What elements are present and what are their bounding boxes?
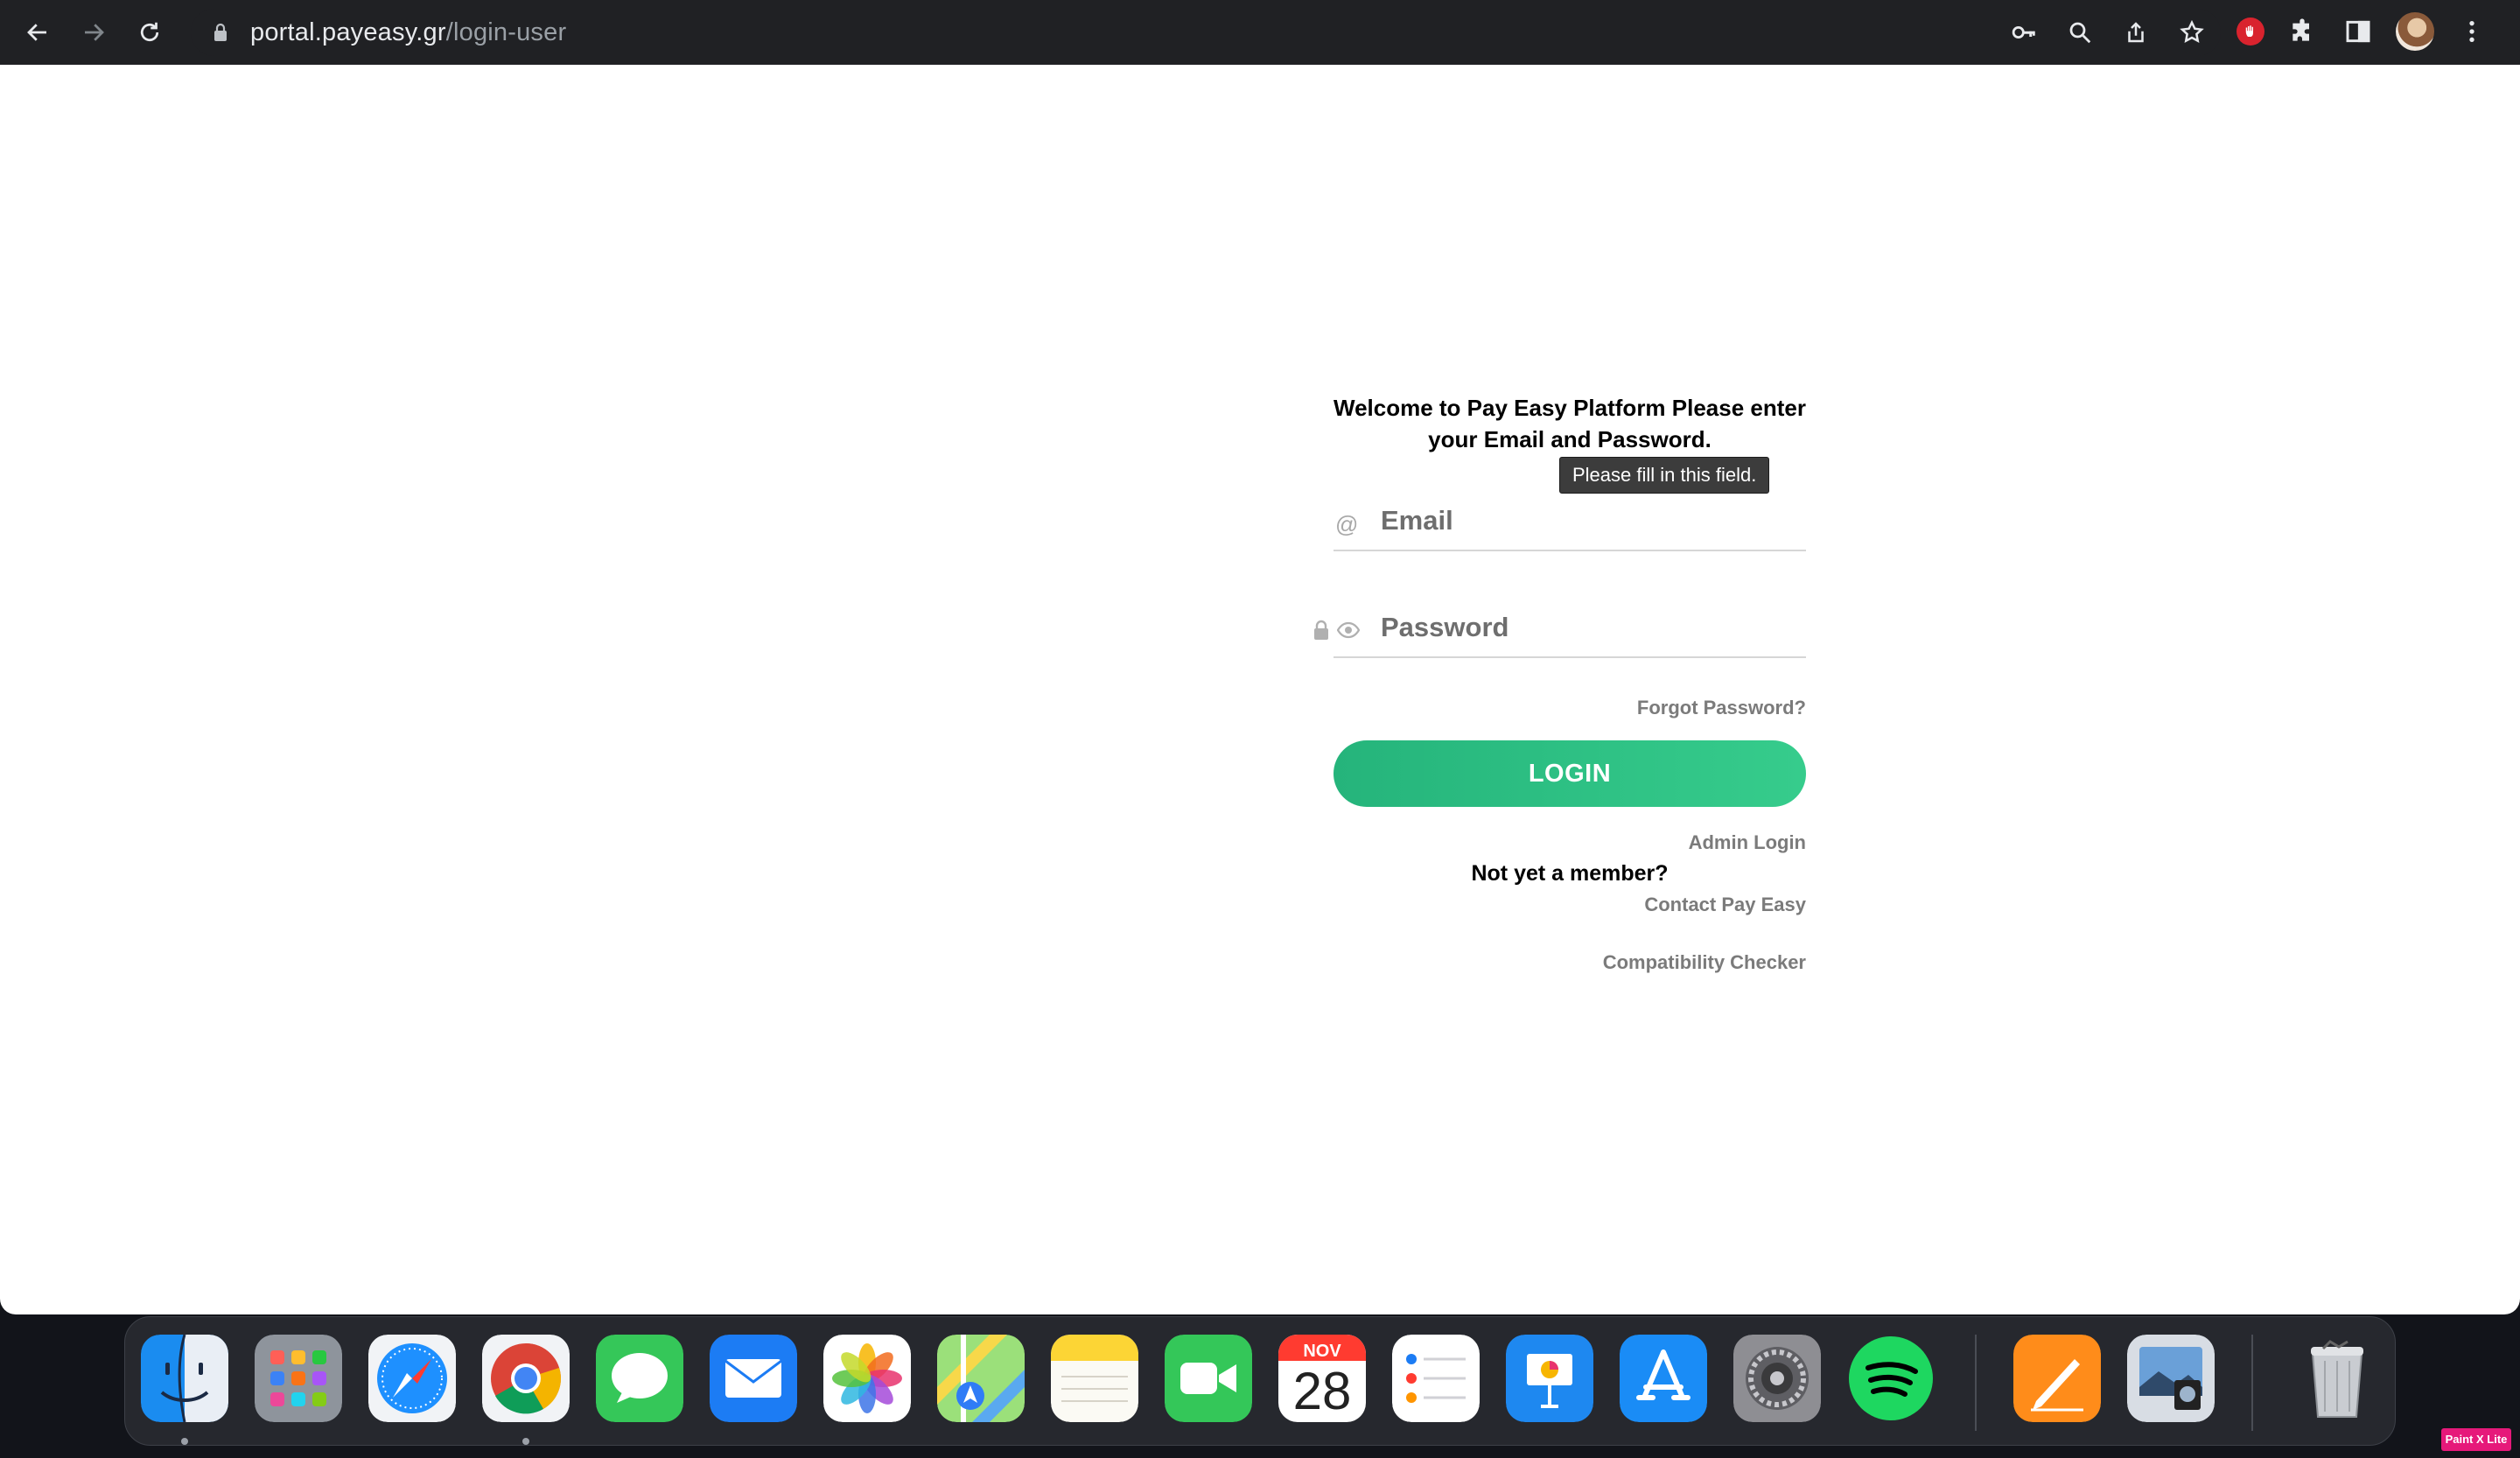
zoom-icon[interactable] [2067,19,2093,46]
eye-icon[interactable] [1336,620,1361,640]
password-input[interactable] [1381,606,1792,649]
url-host: portal.payeasy.gr [250,18,446,46]
reload-icon[interactable] [130,12,170,53]
share-icon[interactable] [2123,19,2149,46]
not-member-text: Not yet a member? [1471,861,1669,886]
messages-icon[interactable] [596,1335,683,1422]
paint-x-watermark: Paint X Lite [2441,1428,2511,1451]
calendar-day: 28 [1292,1362,1352,1420]
welcome-text: Welcome to Pay Easy Platform Please ente… [1334,395,1806,452]
email-field: @ [1334,488,1806,551]
side-panel-icon[interactable] [2340,13,2376,50]
notes-icon[interactable] [1051,1335,1138,1422]
lock-icon[interactable] [210,22,231,43]
mail-icon[interactable] [710,1335,797,1422]
password-field [1314,595,1806,658]
calendar-icon[interactable]: NOV 28 [1278,1335,1366,1422]
launchpad-icon[interactable] [255,1335,342,1422]
email-input[interactable] [1381,499,1792,543]
system-settings-icon[interactable] [1733,1335,1821,1422]
pages-icon[interactable] [2013,1335,2101,1422]
bookmark-star-icon[interactable] [2179,19,2205,46]
maps-icon[interactable] [937,1335,1025,1422]
browser-toolbar: portal.payeasy.gr/login-user [0,0,2520,65]
adblock-extension-icon[interactable] [2236,18,2264,46]
macos-dock: NOV 28 [124,1316,2396,1446]
calendar-month: NOV [1303,1342,1341,1361]
photos-icon[interactable] [823,1335,911,1422]
preview-icon[interactable] [2127,1335,2215,1422]
url-text[interactable]: portal.payeasy.gr/login-user [250,18,566,47]
url-path: /login-user [445,18,567,46]
profile-avatar[interactable] [2396,12,2434,51]
dock-separator [2251,1335,2253,1431]
forgot-password-link[interactable]: Forgot Password? [1334,697,1806,719]
extensions-puzzle-icon[interactable] [2284,13,2320,50]
reminders-icon[interactable] [1392,1335,1480,1422]
login-button[interactable]: LOGIN [1334,740,1806,807]
validation-tooltip: Please fill in this field. [1559,457,1770,494]
compatibility-checker-link[interactable]: Compatibility Checker [1334,951,1806,974]
chrome-icon[interactable] [482,1335,570,1422]
facetime-icon[interactable] [1165,1335,1252,1422]
key-icon[interactable] [2011,19,2037,46]
keynote-icon[interactable] [1506,1335,1593,1422]
kebab-menu-icon[interactable] [2454,13,2490,50]
admin-login-link[interactable]: Admin Login [1334,831,1806,854]
running-indicator [181,1438,188,1445]
app-store-icon[interactable] [1620,1335,1707,1422]
at-sign-icon: @ [1335,511,1359,537]
trash-icon[interactable] [2293,1335,2381,1422]
finder-icon[interactable] [141,1335,228,1422]
running-indicator [522,1438,529,1445]
lock-icon [1312,620,1330,641]
address-bar[interactable]: portal.payeasy.gr/login-user [191,9,2221,56]
contact-link[interactable]: Contact Pay Easy [1334,894,1806,916]
dock-separator [1975,1335,1977,1431]
back-arrow-icon[interactable] [18,12,58,53]
safari-icon[interactable] [368,1335,456,1422]
spotify-icon[interactable] [1847,1335,1935,1422]
page-viewport: Welcome to Pay Easy Platform Please ente… [0,65,2520,1314]
forward-arrow-icon[interactable] [74,12,114,53]
